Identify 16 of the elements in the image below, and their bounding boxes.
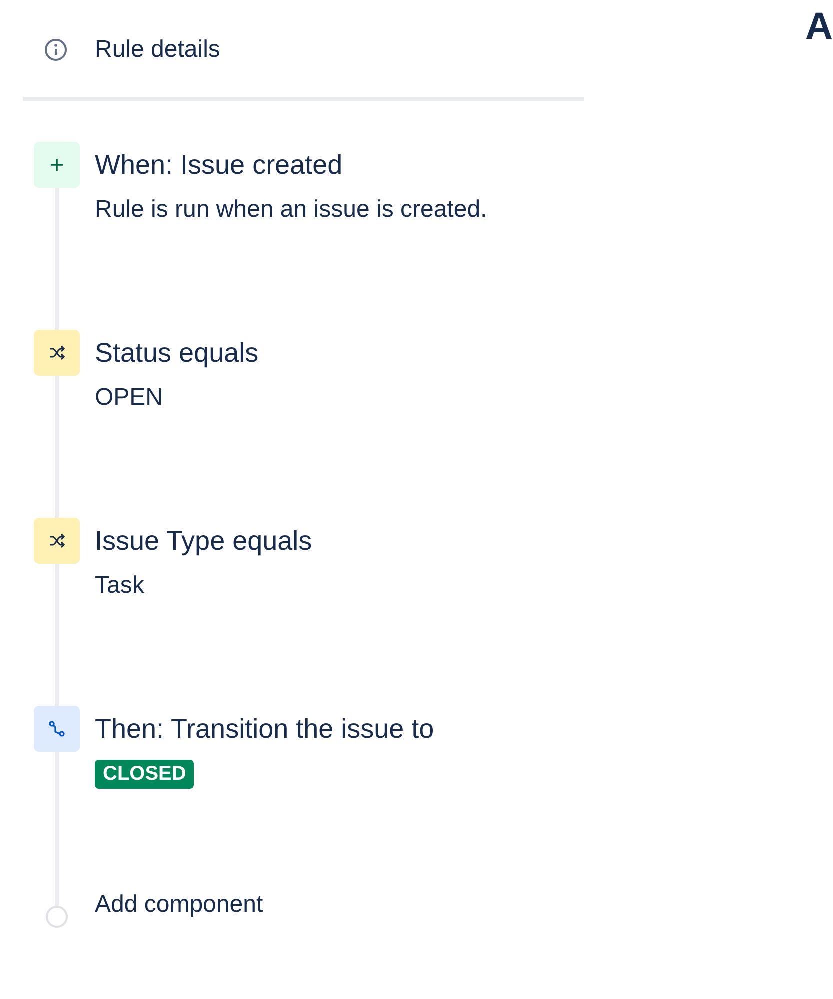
step-description: Task xyxy=(95,571,146,601)
status-lozenge: CLOSED xyxy=(95,760,194,789)
step-description: OPEN xyxy=(95,383,164,413)
info-icon xyxy=(44,38,68,62)
page-heading: A xyxy=(806,5,833,49)
step-title[interactable]: Then: Transition the issue to xyxy=(95,706,584,752)
branch-icon xyxy=(49,721,65,737)
step-description: Rule is run when an issue is created. xyxy=(95,195,488,225)
rule-details-link[interactable]: Rule details xyxy=(95,36,220,64)
step-title[interactable]: Status equals xyxy=(95,330,584,376)
step-title[interactable]: Issue Type equals xyxy=(95,518,584,564)
step-title[interactable]: When: Issue created xyxy=(95,142,584,188)
shuffle-icon xyxy=(49,533,65,549)
add-component-link[interactable]: Add component xyxy=(95,891,264,918)
shuffle-icon xyxy=(49,345,65,361)
plus-icon xyxy=(49,157,65,173)
